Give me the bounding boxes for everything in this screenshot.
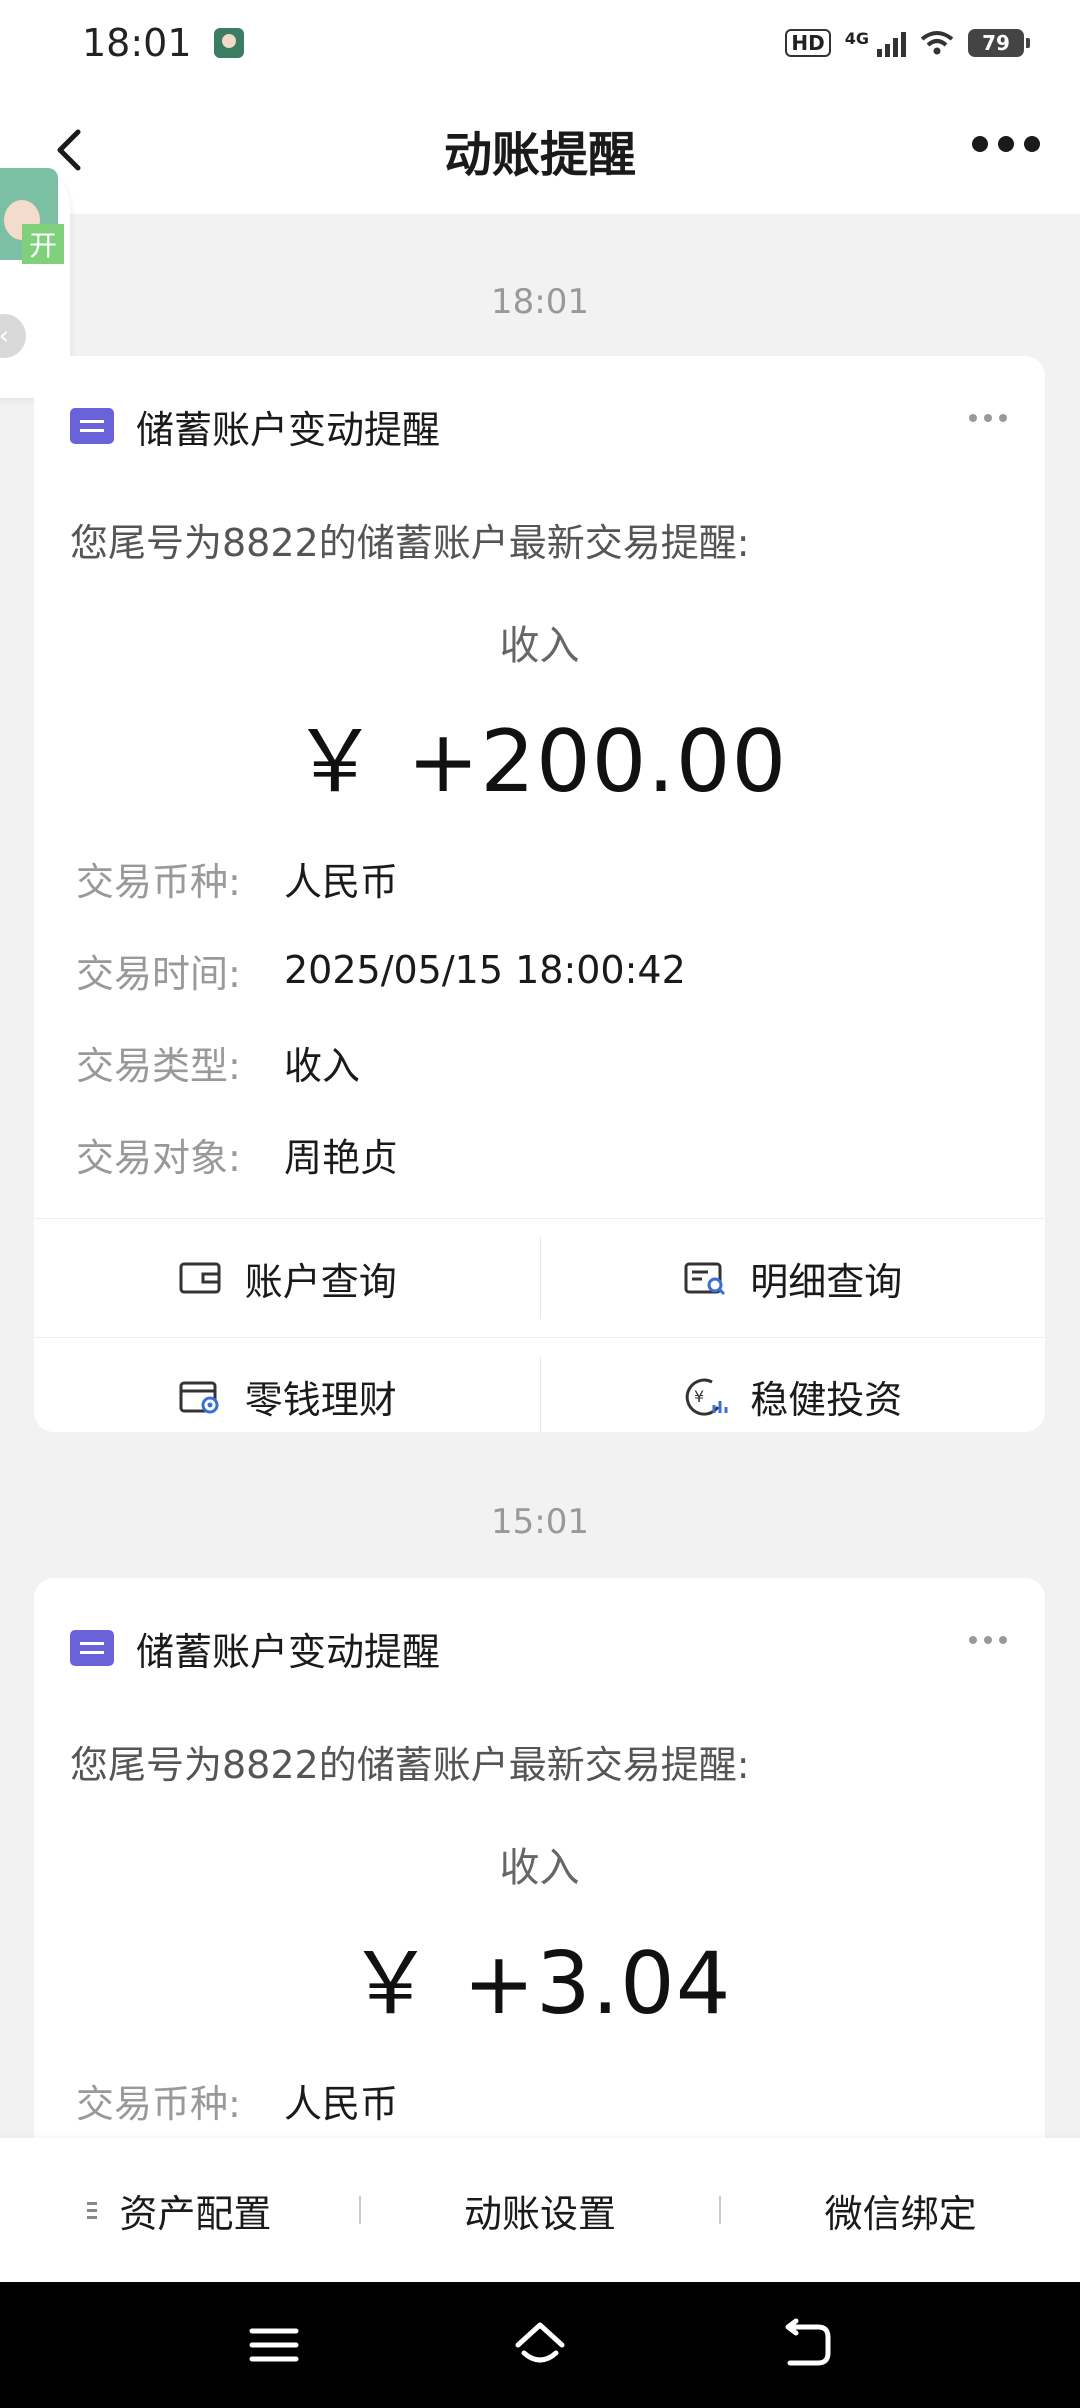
statement-search-icon: [684, 1262, 726, 1296]
action-label: 账户查询: [244, 1259, 397, 1304]
signal-icon: [877, 29, 906, 57]
message-time: 18:01: [491, 282, 589, 322]
bottom-tab-bar: 资产配置 动账设置 微信绑定: [0, 2138, 1080, 2282]
detail-value: 周艳贞: [284, 1135, 399, 1180]
detail-value: 收入: [284, 1043, 361, 1088]
battery-icon: 79: [968, 29, 1030, 57]
status-indicators: HD 4G 79: [785, 29, 1030, 57]
detail-value: 人民币: [284, 859, 399, 904]
detail-value: 人民币: [284, 2081, 399, 2126]
detail-label: 交易币种:: [76, 2081, 241, 2126]
detail-row: 交易类型: 收入: [34, 1016, 1045, 1108]
action-grid: 账户查询 明细查询 零钱理财 ¥ 稳健投资: [34, 1218, 1045, 1432]
detail-list: 交易币种: 人民币: [34, 2054, 1045, 2146]
notification-avatar-icon: [213, 28, 244, 58]
card-description: 您尾号为8822的储蓄账户最新交易提醒:: [70, 1743, 750, 1787]
home-icon[interactable]: [512, 2317, 568, 2373]
transaction-amount: ￥ +200.00: [291, 712, 788, 812]
tab-label: 动账设置: [464, 2191, 617, 2236]
menu-lines-icon: [87, 2201, 98, 2219]
action-row: 账户查询 明细查询: [34, 1219, 1045, 1337]
tab-wechat-binding[interactable]: 微信绑定: [721, 2183, 1080, 2238]
message-time: 15:01: [491, 1502, 589, 1542]
tab-label: 资产配置: [119, 2191, 272, 2236]
action-row: 零钱理财 ¥ 稳健投资: [34, 1337, 1045, 1432]
change-wealth-button[interactable]: 零钱理财: [34, 1338, 540, 1432]
transaction-amount: ￥ +3.04: [347, 1934, 732, 2034]
detail-label: 交易币种:: [76, 859, 241, 904]
account-query-button[interactable]: 账户查询: [34, 1219, 540, 1337]
card-more-icon[interactable]: [969, 414, 1007, 422]
more-options-icon[interactable]: [972, 136, 1040, 152]
detail-query-button[interactable]: 明细查询: [539, 1219, 1046, 1337]
tab-label: 微信绑定: [824, 2191, 977, 2236]
transfer-icon: [70, 1630, 114, 1666]
action-label: 零钱理财: [244, 1378, 397, 1422]
action-label: 稳健投资: [750, 1378, 903, 1422]
network-type: 4G: [844, 29, 869, 48]
menu-icon[interactable]: [246, 2317, 302, 2373]
detail-row: 交易时间: 2025/05/15 18:00:42: [34, 924, 1045, 1016]
card-header: 储蓄账户变动提醒: [34, 356, 1045, 496]
nav-bar: 动账提醒: [0, 86, 1080, 214]
transaction-kind: 收入: [499, 1845, 580, 1891]
back-icon[interactable]: [778, 2317, 834, 2373]
card-title: 储蓄账户变动提醒: [136, 407, 441, 452]
detail-row: 交易对象: 周艳贞: [34, 1108, 1045, 1200]
wifi-icon: [920, 31, 954, 55]
wallet-icon: [179, 1262, 221, 1294]
card-description: 您尾号为8822的储蓄账户最新交易提醒:: [70, 521, 750, 565]
yuan-chart-icon: ¥: [685, 1378, 728, 1416]
transfer-icon: [70, 408, 114, 444]
detail-list: 交易币种: 人民币 交易时间: 2025/05/15 18:00:42 交易类型…: [34, 832, 1045, 1200]
transaction-kind: 收入: [499, 623, 580, 669]
detail-label: 交易时间:: [76, 951, 241, 996]
open-badge: 开: [22, 224, 64, 264]
wallet-plus-icon: [179, 1381, 219, 1413]
card-more-icon[interactable]: [969, 1636, 1007, 1644]
status-bar: 18:01 HD 4G 79: [0, 0, 1080, 86]
card-title: 储蓄账户变动提醒: [136, 1629, 441, 1674]
detail-label: 交易类型:: [76, 1043, 241, 1088]
card-header: 储蓄账户变动提醒: [34, 1578, 1045, 1718]
page-title: 动账提醒: [443, 127, 636, 183]
transaction-card: 储蓄账户变动提醒 您尾号为8822的储蓄账户最新交易提醒: 收入 ￥ +3.04…: [34, 1578, 1045, 2178]
detail-row: 交易币种: 人民币: [34, 2054, 1045, 2146]
detail-value: 2025/05/15 18:00:42: [284, 948, 686, 992]
hd-icon: HD: [785, 29, 831, 57]
detail-row: 交易币种: 人民币: [34, 832, 1045, 924]
status-time: 18:01: [82, 21, 192, 65]
tab-asset-allocation[interactable]: 资产配置: [0, 2183, 359, 2238]
system-nav-bar: [0, 2282, 1080, 2408]
action-label: 明细查询: [750, 1259, 903, 1304]
steady-investment-button[interactable]: ¥ 稳健投资: [539, 1338, 1046, 1432]
detail-label: 交易对象:: [76, 1135, 241, 1180]
svg-text:¥: ¥: [694, 1387, 704, 1406]
transaction-card: 储蓄账户变动提醒 您尾号为8822的储蓄账户最新交易提醒: 收入 ￥ +200.…: [34, 356, 1045, 1432]
tab-notification-settings[interactable]: 动账设置: [361, 2183, 720, 2238]
